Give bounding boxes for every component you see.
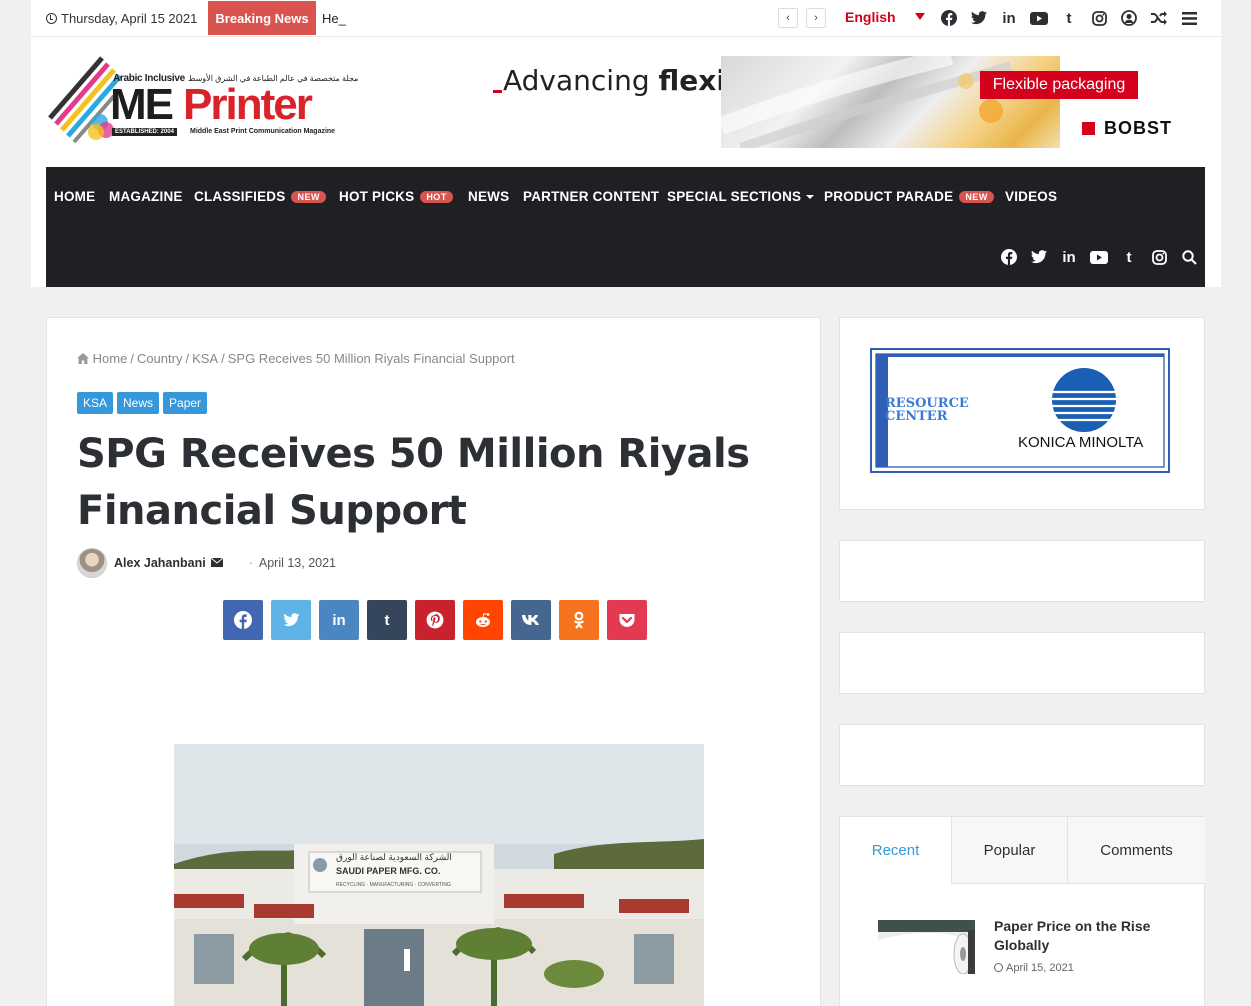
category-tags: KSA News Paper [77, 392, 208, 414]
facebook-icon[interactable] [999, 247, 1019, 267]
photo-sign-arabic: الشركة السعودية لصناعة الورق [336, 852, 452, 862]
linkedin-icon[interactable]: in [1059, 247, 1079, 267]
nav-hot-picks[interactable]: HOT PICKS HOT [339, 189, 453, 204]
nav-product-parade[interactable]: PRODUCT PARADE NEW [824, 189, 994, 204]
ad-accent-dash [493, 90, 502, 93]
tumblr-icon[interactable]: t [1059, 8, 1079, 28]
logo-me: ME [110, 80, 174, 129]
breadcrumb-home[interactable]: Home [93, 351, 128, 366]
konica-minolta-ad[interactable]: RESOURCE CENTER KONICA MINOLTA [870, 348, 1170, 473]
main-navigation: HOME MAGAZINE CLASSIFIEDS NEW HOT PICKS HO… [46, 167, 1205, 287]
share-vk-icon[interactable] [511, 600, 551, 640]
article-featured-image: الشركة السعودية لصناعة الورق SAUDI PAPER… [174, 744, 704, 1006]
article-meta: Alex Jahanbani · April 13, 2021 [77, 548, 336, 578]
tab-comments[interactable]: Comments [1067, 817, 1205, 884]
share-twitter-icon[interactable] [271, 600, 311, 640]
ad-brand-konica: KONICA MINOLTA [1018, 434, 1144, 451]
tumblr-icon[interactable]: t [1119, 247, 1139, 267]
envelope-icon[interactable] [210, 556, 224, 570]
hot-badge: HOT [420, 191, 453, 203]
random-icon[interactable] [1149, 8, 1169, 28]
twitter-icon[interactable] [969, 8, 989, 28]
photo-sign-sub: RECYCLING · MANUFACTURING · CONVERTING [336, 882, 451, 888]
tab-popular[interactable]: Popular [951, 817, 1067, 884]
category-ksa[interactable]: KSA [77, 392, 114, 414]
sidebar-widget-empty-3 [839, 724, 1205, 786]
sidebar-tabs-widget: Recent Popular Comments Paper Price on t… [839, 816, 1205, 1006]
ad-brand: BOBST [1104, 118, 1172, 138]
nav-news[interactable]: NEWS [468, 189, 509, 204]
sidebar-widget-empty-1 [839, 540, 1205, 602]
breaking-news-ticker[interactable]: He_ [322, 11, 346, 26]
share-linkedin-icon[interactable]: in [319, 600, 359, 640]
article-container: Home / Country / KSA / SPG Receives 50 Million… [46, 317, 821, 1006]
instagram-icon[interactable] [1089, 8, 1109, 28]
share-facebook-icon[interactable] [223, 600, 263, 640]
logo-established: ESTABLISHED: 2004 [112, 128, 177, 136]
breadcrumb: Home / Country / KSA / SPG Receives 50 Million… [77, 351, 515, 366]
photo-sign-english: SAUDI PAPER MFG. CO. [336, 866, 441, 876]
instagram-icon[interactable] [1149, 247, 1169, 267]
clock-icon [994, 963, 1003, 972]
category-paper[interactable]: Paper [163, 392, 208, 414]
nav-magazine[interactable]: MAGAZINE [109, 189, 183, 204]
sidebar-widget-empty-2 [839, 632, 1205, 694]
nav-partner-content[interactable]: PARTNER CONTENT [523, 189, 659, 204]
date-text: Thursday, April 15 2021 [61, 11, 198, 26]
linkedin-icon[interactable]: in [999, 8, 1019, 28]
share-buttons: in t [223, 600, 647, 640]
breadcrumb-current: SPG Receives 50 Million Riyals Financial… [227, 351, 515, 366]
youtube-icon[interactable] [1089, 247, 1109, 267]
ticker-next-button[interactable]: › [806, 8, 826, 28]
logo-printer: Printer [183, 80, 313, 129]
share-pocket-icon[interactable] [607, 600, 647, 640]
nav-special-sections[interactable]: SPECIAL SECTIONS [667, 189, 815, 204]
breadcrumb-country[interactable]: Country [137, 351, 183, 366]
recent-post-date: April 15, 2021 [994, 962, 1074, 974]
share-odnoklassniki-icon[interactable] [559, 600, 599, 640]
user-icon[interactable] [1119, 8, 1139, 28]
logo-subtitle: Middle East Print Communication Magazine [190, 128, 336, 135]
article-title: SPG Receives 50 Million Riyals Financial… [77, 431, 750, 534]
language-selector[interactable]: English [845, 9, 896, 25]
share-tumblr-icon[interactable]: t [367, 600, 407, 640]
recent-post-title[interactable]: Paper Price on the Rise Globally [994, 917, 1184, 955]
ad-tag: Flexible packaging [980, 71, 1138, 99]
clock-icon [46, 13, 57, 24]
ticker-prev-button[interactable]: ‹ [778, 8, 798, 28]
nav-videos[interactable]: VIDEOS [1005, 189, 1057, 204]
youtube-icon[interactable] [1029, 8, 1049, 28]
author-name[interactable]: Alex Jahanbani [114, 556, 206, 570]
current-date: Thursday, April 15 2021 [46, 11, 197, 26]
new-badge: NEW [291, 191, 326, 203]
breaking-news-label[interactable]: Breaking News [208, 1, 316, 35]
bobst-logo-square [1082, 122, 1095, 135]
nav-home[interactable]: HOME [54, 189, 95, 204]
facebook-icon[interactable] [939, 8, 959, 28]
share-pinterest-icon[interactable] [415, 600, 455, 640]
category-news[interactable]: News [117, 392, 160, 414]
home-icon[interactable] [77, 351, 93, 366]
tab-recent[interactable]: Recent [840, 817, 951, 884]
chevron-down-icon [806, 195, 815, 199]
twitter-icon[interactable] [1029, 247, 1049, 267]
search-icon[interactable] [1179, 247, 1199, 267]
top-bar: Thursday, April 15 2021 Breaking News He… [31, 0, 1221, 37]
share-reddit-icon[interactable] [463, 600, 503, 640]
ad-image [721, 56, 1060, 148]
breadcrumb-ksa[interactable]: KSA [192, 351, 218, 366]
bobst-ad-banner[interactable]: Advancing flexibility Flexible packaging… [490, 56, 1200, 148]
author-avatar[interactable] [77, 548, 107, 578]
ad-resource-line2: CENTER [885, 409, 948, 424]
menu-icon[interactable] [1179, 8, 1199, 28]
meta-separator: · [248, 556, 253, 570]
recent-post-thumbnail[interactable] [878, 920, 975, 974]
nav-classifieds[interactable]: CLASSIFIEDS NEW [194, 189, 326, 204]
site-logo[interactable]: Arabic Inclusive مجلة متخصصة في عالم الط… [46, 52, 358, 148]
article-date: April 13, 2021 [258, 556, 337, 570]
ad-headline-light: Advancing [503, 64, 650, 97]
chevron-down-icon[interactable] [915, 13, 925, 20]
new-badge: NEW [959, 191, 994, 203]
sidebar-ad-widget: RESOURCE CENTER KONICA MINOLTA [839, 317, 1205, 510]
